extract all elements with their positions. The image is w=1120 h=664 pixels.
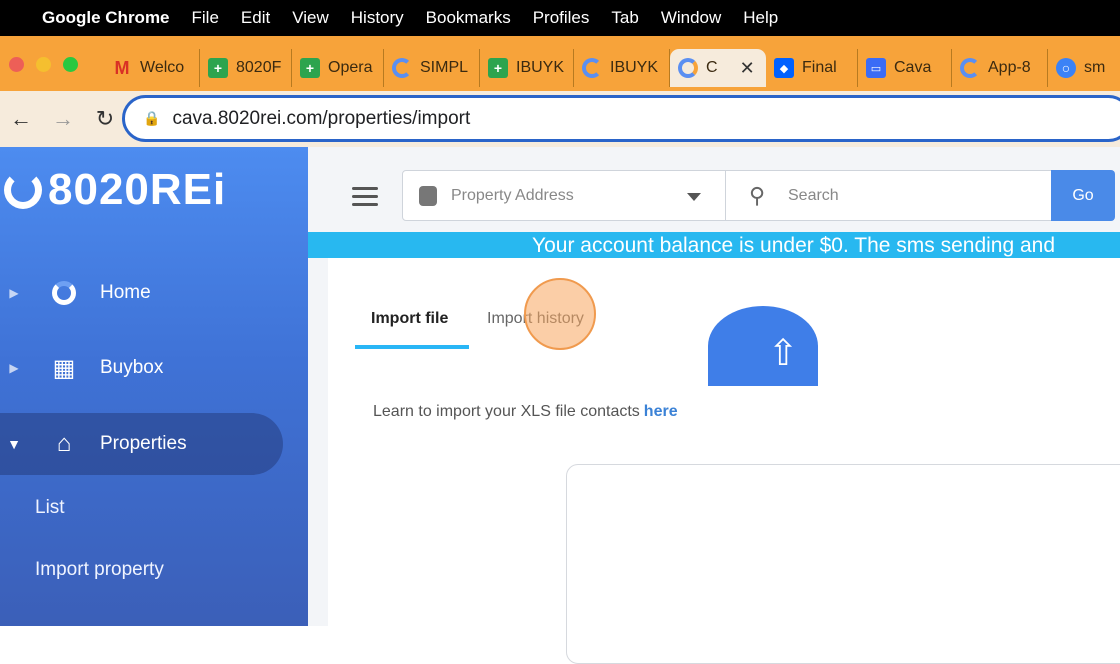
tab-title: App-8 xyxy=(988,59,1031,76)
sidebar-item-label: Buybox xyxy=(100,357,164,378)
tab-import-file[interactable]: Import file xyxy=(371,310,448,328)
menu-edit[interactable]: Edit xyxy=(241,8,270,28)
caret-down-icon: ▼ xyxy=(7,436,21,452)
sidebar-subitem-import-property[interactable]: Import property xyxy=(35,559,164,581)
window-controls xyxy=(9,57,78,72)
upload-cloud-icon[interactable]: ⇧ xyxy=(708,306,818,386)
close-window-button[interactable] xyxy=(9,57,24,72)
hamburger-menu-icon[interactable] xyxy=(352,187,378,211)
tab-title: IBUYK xyxy=(516,59,565,76)
sheets-icon: + xyxy=(208,58,228,78)
logo-ring-icon xyxy=(4,171,42,209)
browser-tab[interactable]: +8020F xyxy=(200,49,292,87)
menu-history[interactable]: History xyxy=(351,8,404,28)
file-drop-zone[interactable] xyxy=(566,464,1120,664)
content-gutter xyxy=(308,258,328,626)
active-tab-underline xyxy=(355,345,469,349)
menu-tab[interactable]: Tab xyxy=(611,8,638,28)
browser-tab[interactable]: ▭ Cava xyxy=(858,49,952,87)
browser-tab[interactable]: ○ sm xyxy=(1048,49,1108,87)
learn-text: Learn to import your XLS file contacts xyxy=(373,403,640,420)
property-select-placeholder: Property Address xyxy=(451,186,574,204)
minimize-window-button[interactable] xyxy=(36,57,51,72)
learn-import-text: Learn to import your XLS file contacts he… xyxy=(373,403,678,421)
sidebar-item-label: Home xyxy=(100,282,151,303)
sidebar: 8020REi ▶ Home ▶ ▦ Buybox ▼ ⌂ Properties… xyxy=(0,147,308,626)
tab-list: M Welco +8020F + Opera SIMPL + IBUYK IBUYK … xyxy=(104,49,1108,91)
browser-tab[interactable]: IBUYK xyxy=(574,49,670,87)
mac-menubar: Google Chrome File Edit View History Boo… xyxy=(0,0,1120,36)
tab-title: 8020F xyxy=(236,59,282,76)
tab-title: SIMPL xyxy=(420,59,469,76)
balance-warning-banner: Your account balance is under $0. The sm… xyxy=(308,232,1120,258)
boxes-icon: ▦ xyxy=(52,354,76,382)
search-icon: ⚲ xyxy=(748,182,766,208)
menu-view[interactable]: View xyxy=(292,8,329,28)
sidebar-item-properties[interactable]: ▼ ⌂ Properties xyxy=(0,413,283,475)
browser-tab-strip: M Welco +8020F + Opera SIMPL + IBUYK IBUYK … xyxy=(0,36,1120,91)
learn-here-link[interactable]: here xyxy=(644,403,678,420)
tab-title: Welco xyxy=(140,59,185,76)
sidebar-item-buybox[interactable]: ▶ ▦ Buybox xyxy=(0,337,308,399)
ring-icon xyxy=(392,58,412,78)
browser-tab[interactable]: + Opera xyxy=(292,49,384,87)
app-logo[interactable]: 8020REi xyxy=(4,165,226,215)
property-address-select[interactable]: Property Address xyxy=(402,170,726,221)
sheets-icon: + xyxy=(300,58,320,78)
url-text: cava.8020rei.com/properties/import xyxy=(172,107,471,129)
gmail-icon: M xyxy=(114,57,130,78)
maximize-window-button[interactable] xyxy=(63,57,78,72)
back-arrow-icon[interactable]: ← xyxy=(0,106,42,132)
caret-right-icon: ▶ xyxy=(9,286,19,300)
search-placeholder: Search xyxy=(788,186,839,204)
tab-title: IBUYK xyxy=(610,59,659,76)
tab-title: sm xyxy=(1084,59,1106,76)
search-input[interactable]: ⚲ Search xyxy=(726,170,1052,221)
lock-icon: 🔒 xyxy=(143,110,161,126)
browser-tab[interactable]: SIMPL xyxy=(384,49,480,87)
click-indicator xyxy=(524,278,596,350)
mailbox-icon xyxy=(419,185,437,206)
menu-window[interactable]: Window xyxy=(661,8,721,28)
tab-title: Cava xyxy=(894,59,932,76)
sidebar-item-label: Properties xyxy=(100,433,187,454)
sheets-icon: + xyxy=(488,58,508,78)
browser-tab[interactable]: App-8 xyxy=(952,49,1048,87)
ring-icon xyxy=(582,58,602,78)
tab-title: Final xyxy=(802,59,837,76)
ring-icon xyxy=(960,58,980,78)
menu-profiles[interactable]: Profiles xyxy=(533,8,590,28)
sidebar-item-home[interactable]: ▶ Home xyxy=(0,262,308,324)
address-toolbar: ← → ↻ 🔒 cava.8020rei.com/properties/impo… xyxy=(0,91,1120,147)
reload-icon[interactable]: ↻ xyxy=(84,106,126,132)
close-tab-icon[interactable]: ✕ xyxy=(740,58,755,79)
menu-app-name[interactable]: Google Chrome xyxy=(42,8,170,28)
home-ring-icon xyxy=(28,281,100,305)
menu-help[interactable]: Help xyxy=(743,8,778,28)
cava-icon: ▭ xyxy=(866,58,886,78)
tab-title: C xyxy=(706,59,718,76)
browser-tab[interactable]: ◆ Final xyxy=(766,49,858,87)
logo-text: 8020REi xyxy=(48,165,227,214)
menu-file[interactable]: File xyxy=(192,8,219,28)
menu-bookmarks[interactable]: Bookmarks xyxy=(426,8,511,28)
browser-tab-active[interactable]: C ✕ xyxy=(670,49,766,87)
main-content: Import file Import history Learn to impo… xyxy=(328,258,1120,664)
browser-tab[interactable]: + IBUYK xyxy=(480,49,574,87)
house-icon: ⌂ xyxy=(56,430,72,457)
ring-icon xyxy=(678,58,698,78)
chevron-down-icon xyxy=(687,193,701,208)
top-search-bar: Property Address ⚲ Search Go xyxy=(308,147,1120,232)
dropbox-icon: ◆ xyxy=(774,58,794,78)
sidebar-subitem-list[interactable]: List xyxy=(35,497,65,519)
caret-right-icon: ▶ xyxy=(9,361,19,375)
url-field[interactable]: 🔒 cava.8020rei.com/properties/import xyxy=(122,95,1120,142)
search-icon: ○ xyxy=(1056,58,1076,78)
browser-tab[interactable]: M Welco xyxy=(104,49,200,87)
go-button[interactable]: Go xyxy=(1051,170,1115,221)
forward-arrow-icon[interactable]: → xyxy=(42,106,84,132)
tab-title: Opera xyxy=(328,59,373,76)
